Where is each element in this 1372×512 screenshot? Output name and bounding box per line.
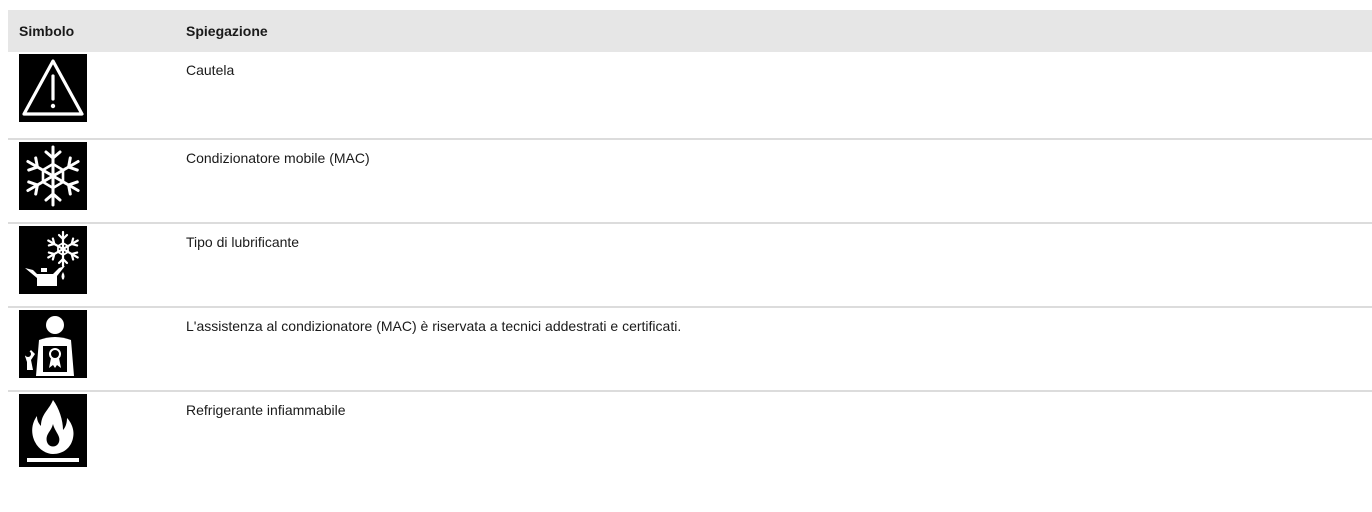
table-row: Condizionatore mobile (MAC) bbox=[8, 139, 1372, 224]
oil-can-snowflake-icon bbox=[19, 226, 87, 294]
row-explanation: Condizionatore mobile (MAC) bbox=[175, 139, 1372, 224]
symbol-table-container: Simbolo Spiegazione Cautela Condizionato… bbox=[8, 10, 1372, 477]
row-explanation: Refrigerante infiammabile bbox=[186, 402, 346, 418]
row-explanation: Cautela bbox=[175, 52, 1372, 140]
table-row: Tipo di lubrificante bbox=[8, 223, 1372, 308]
table-header-row: Simbolo Spiegazione bbox=[8, 10, 1372, 52]
header-explanation: Spiegazione bbox=[175, 10, 1372, 52]
snowflake-icon bbox=[19, 142, 87, 210]
row-explanation: Tipo di lubrificante bbox=[175, 223, 1372, 308]
warning-triangle-icon bbox=[19, 54, 87, 122]
table-row: L'assistenza al condizionatore (MAC) è r… bbox=[8, 307, 1372, 392]
flame-icon bbox=[19, 394, 87, 467]
symbol-table: Simbolo Spiegazione Cautela Condizionato… bbox=[8, 10, 1372, 477]
table-row: Cautela bbox=[8, 52, 1372, 140]
row-explanation: L'assistenza al condizionatore (MAC) è r… bbox=[175, 307, 1372, 392]
header-symbol: Simbolo bbox=[8, 10, 175, 52]
certified-technician-icon bbox=[19, 310, 87, 378]
table-row: Refrigerante infiammabile bbox=[8, 391, 1372, 477]
